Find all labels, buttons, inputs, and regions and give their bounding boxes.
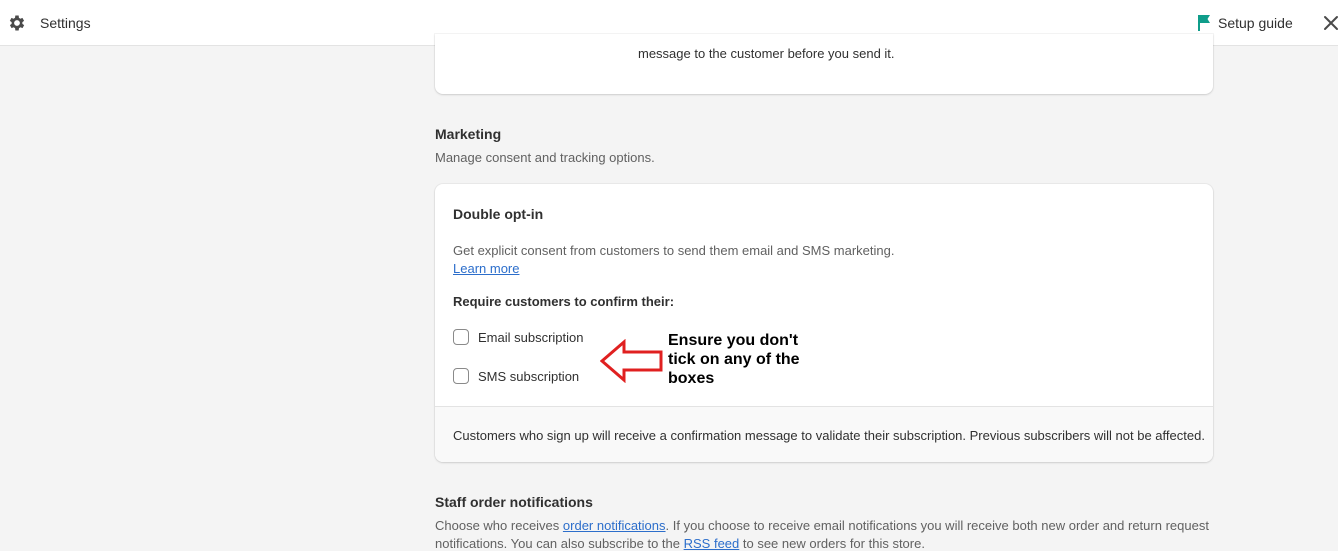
staff-text-part1: Choose who receives	[435, 518, 563, 533]
sms-subscription-label: SMS subscription	[478, 368, 580, 384]
setup-guide-label: Setup guide	[1218, 15, 1293, 31]
close-icon[interactable]	[1323, 14, 1338, 32]
marketing-subtitle: Manage consent and tracking options.	[435, 150, 655, 165]
double-opt-in-footer: Customers who sign up will receive a con…	[435, 406, 1213, 462]
double-opt-in-description: Get explicit consent from customers to s…	[453, 243, 895, 258]
order-notifications-link[interactable]: order notifications	[563, 518, 666, 533]
sms-subscription-checkbox[interactable]	[453, 368, 469, 384]
flag-icon	[1198, 15, 1210, 31]
double-opt-in-title: Double opt-in	[453, 206, 544, 222]
annotation-text: Ensure you don't tick on any of the boxe…	[668, 332, 800, 387]
require-label: Require customers to confirm their:	[453, 294, 675, 309]
double-opt-in-footer-text: Customers who sign up will receive a con…	[453, 428, 1205, 443]
red-arrow-icon	[600, 339, 663, 383]
rss-feed-link[interactable]: RSS feed	[684, 536, 740, 551]
top-card: message to the customer before you send …	[435, 34, 1213, 94]
gear-icon[interactable]	[7, 13, 27, 33]
staff-notifications-description: Choose who receives order notifications.…	[435, 517, 1235, 551]
top-card-text: message to the customer before you send …	[638, 46, 895, 61]
email-subscription-option[interactable]: Email subscription	[453, 329, 584, 345]
marketing-title: Marketing	[435, 126, 502, 142]
staff-notifications-title: Staff order notifications	[435, 494, 593, 510]
sms-subscription-option[interactable]: SMS subscription	[453, 368, 579, 384]
email-subscription-checkbox[interactable]	[453, 329, 469, 345]
page-title: Settings	[40, 15, 91, 31]
email-subscription-label: Email subscription	[478, 329, 584, 345]
setup-guide-button[interactable]: Setup guide	[1196, 13, 1293, 33]
double-opt-in-card: Double opt-in Get explicit consent from …	[435, 184, 1213, 462]
learn-more-link[interactable]: Learn more	[453, 261, 519, 276]
staff-text-part3: to see new orders for this store.	[739, 536, 925, 551]
